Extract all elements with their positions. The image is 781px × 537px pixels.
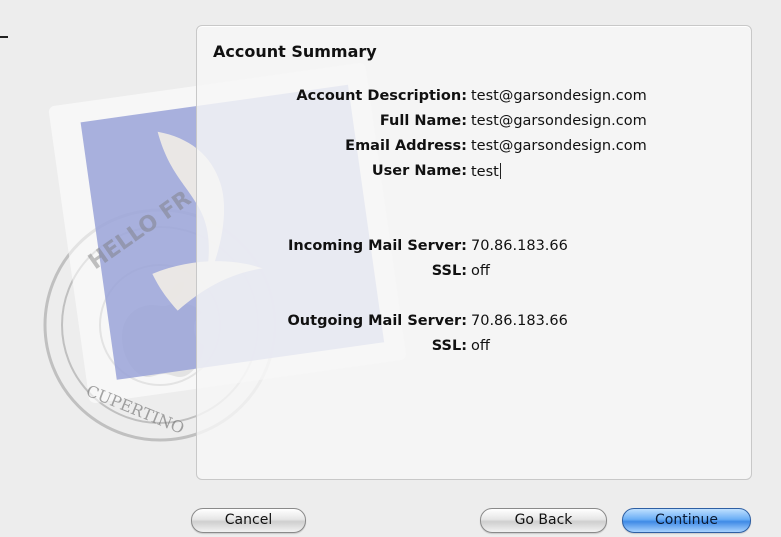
incoming-ssl-label: SSL: [431,263,467,279]
list-item: Account Description: test@garsondesign.c… [197,88,751,113]
go-back-button[interactable]: Go Back [480,508,607,533]
incoming-server-value: 70.86.183.66 [471,238,568,254]
list-item: SSL: off [197,263,751,288]
continue-button[interactable]: Continue [622,508,751,533]
list-item: Outgoing Mail Server: 70.86.183.66 [197,313,751,338]
email-address-label: Email Address: [345,138,467,154]
list-item: User Name: test [197,163,751,188]
text-cursor [499,163,501,179]
outgoing-ssl-value: off [471,338,490,354]
list-item: Full Name: test@garsondesign.com [197,113,751,138]
summary-list: Account Description: test@garsondesign.c… [197,88,751,363]
incoming-ssl-value: off [471,263,490,279]
user-name-label: User Name: [371,163,467,179]
list-item: SSL: off [197,338,751,363]
outgoing-server-label: Outgoing Mail Server: [287,313,467,329]
outgoing-server-value: 70.86.183.66 [471,313,568,329]
page-title: Account Summary [213,42,377,61]
account-description-value: test@garsondesign.com [471,88,647,104]
user-name-text: test [471,164,499,180]
full-name-label: Full Name: [379,113,467,129]
account-summary-panel: Account Summary Account Description: tes… [196,25,752,480]
full-name-value: test@garsondesign.com [471,113,647,129]
email-address-value: test@garsondesign.com [471,138,647,154]
cancel-button[interactable]: Cancel [191,508,306,533]
list-item: Email Address: test@garsondesign.com [197,138,751,163]
outgoing-ssl-label: SSL: [431,338,467,354]
list-item: Incoming Mail Server: 70.86.183.66 [197,238,751,263]
account-description-label: Account Description: [296,88,467,104]
user-name-value: test [471,163,501,180]
incoming-server-label: Incoming Mail Server: [288,238,467,254]
